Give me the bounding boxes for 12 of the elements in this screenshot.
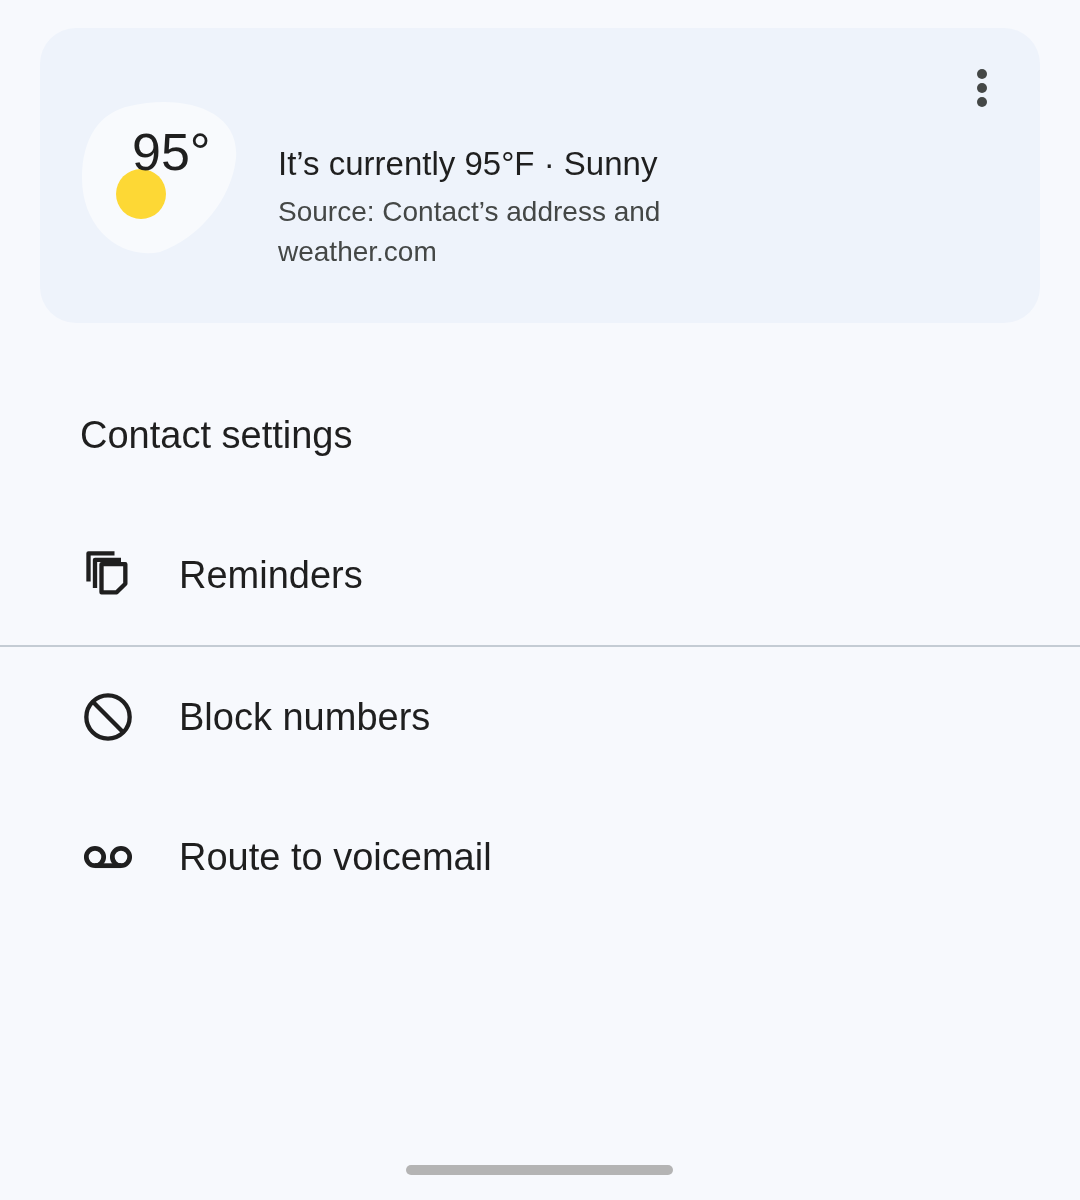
block-icon bbox=[82, 691, 134, 743]
weather-summary: It’s currently 95°F · Sunny bbox=[278, 144, 659, 184]
settings-item[interactable]: Reminders bbox=[0, 505, 1080, 645]
settings-item[interactable]: Block numbers bbox=[0, 647, 1080, 787]
settings-label: Reminders bbox=[179, 552, 363, 598]
weather-source: Source: Contact’s address and weather.com bbox=[278, 195, 662, 269]
settings-label: Block numbers bbox=[179, 694, 431, 740]
settings-label: Route to voicemail bbox=[179, 834, 492, 880]
more-icon[interactable] bbox=[976, 68, 988, 108]
settings-item[interactable]: Route to voicemail bbox=[0, 787, 1080, 927]
section-title: Contact settings bbox=[80, 413, 354, 458]
temperature: 95° bbox=[132, 126, 211, 178]
